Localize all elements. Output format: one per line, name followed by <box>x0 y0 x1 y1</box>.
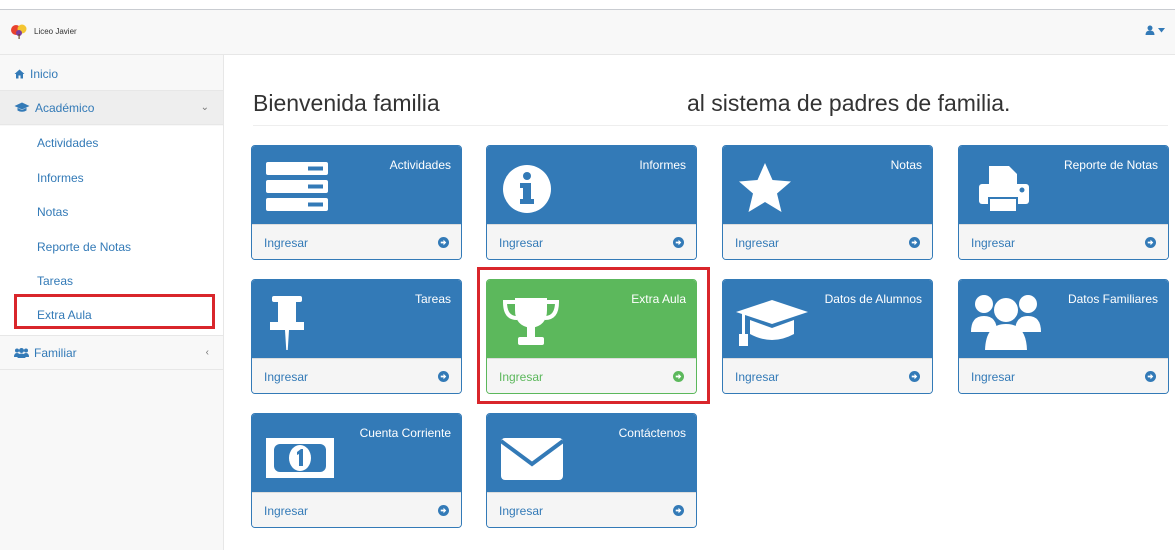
info-icon <box>503 165 551 213</box>
card-header: Notas <box>723 146 932 224</box>
brand-name: Liceo Javier <box>34 26 77 36</box>
card-reporte-de-notas[interactable]: Reporte de Notas Ingresar <box>958 145 1169 260</box>
card-footer[interactable]: Ingresar <box>723 224 932 259</box>
card-title: Informes <box>639 158 686 172</box>
card-header: Reporte de Notas <box>959 146 1168 224</box>
brand[interactable]: Liceo Javier <box>10 23 77 39</box>
card-header: Extra Aula <box>487 280 696 358</box>
card-title: Cuenta Corriente <box>359 426 451 440</box>
sidebar-item-familiar[interactable]: Familiar ‹ <box>0 336 223 370</box>
arrow-circle-right-icon <box>673 505 684 516</box>
card-title: Datos Familiares <box>1067 292 1158 306</box>
card-header: Datos Familiares <box>959 280 1168 358</box>
home-icon <box>14 69 25 78</box>
ingresar-link[interactable]: Ingresar <box>971 236 1015 250</box>
list-icon <box>266 162 328 211</box>
ingresar-link[interactable]: Ingresar <box>264 370 308 384</box>
sidebar-item-academico[interactable]: Académico ⌄ <box>0 91 223 125</box>
card-footer[interactable]: Ingresar <box>959 358 1168 393</box>
card-footer[interactable]: Ingresar <box>252 492 461 527</box>
card-footer[interactable]: Ingresar <box>487 224 696 259</box>
top-navbar: Liceo Javier <box>0 9 1175 55</box>
ingresar-link[interactable]: Ingresar <box>735 236 779 250</box>
sidebar-subitem-tareas[interactable]: Tareas <box>0 264 223 298</box>
card-header: Datos de Alumnos <box>723 280 932 358</box>
ingresar-link[interactable]: Ingresar <box>264 236 308 250</box>
card-footer[interactable]: Ingresar <box>959 224 1168 259</box>
card-header: Cuenta Corriente <box>252 414 461 492</box>
arrow-circle-right-icon <box>909 237 920 248</box>
chevron-left-icon: ‹ <box>205 347 209 358</box>
sidebar-subitem-actividades[interactable]: Actividades <box>0 126 223 160</box>
arrow-circle-right-icon <box>909 371 920 382</box>
card-datos-de-alumnos[interactable]: Datos de Alumnos Ingresar <box>722 279 933 394</box>
card-header: Actividades <box>252 146 461 224</box>
ingresar-link[interactable]: Ingresar <box>499 236 543 250</box>
caret-down-icon <box>1158 27 1165 32</box>
ingresar-link[interactable]: Ingresar <box>971 370 1015 384</box>
card-header: Tareas <box>252 280 461 358</box>
graduation-cap-icon <box>736 300 808 346</box>
arrow-circle-right-icon <box>438 237 449 248</box>
card-cuenta-corriente[interactable]: Cuenta Corriente Ingresar <box>251 413 462 528</box>
card-footer[interactable]: Ingresar <box>723 358 932 393</box>
card-datos-familiares[interactable]: Datos Familiares Ingresar <box>958 279 1169 394</box>
arrow-circle-right-icon <box>673 237 684 248</box>
sidebar-item-label: Familiar <box>34 345 77 360</box>
ingresar-link[interactable]: Ingresar <box>264 504 308 518</box>
graduation-cap-icon <box>14 102 30 112</box>
card-title: Datos de Alumnos <box>824 292 922 306</box>
ingresar-link[interactable]: Ingresar <box>735 370 779 384</box>
card-contactenos[interactable]: Contáctenos Ingresar <box>486 413 697 528</box>
trophy-icon <box>502 298 560 345</box>
user-menu[interactable] <box>1145 25 1165 35</box>
arrow-circle-right-icon <box>1145 371 1156 382</box>
card-title: Notas <box>890 158 922 172</box>
card-title: Tareas <box>414 292 451 306</box>
users-icon <box>971 295 1041 350</box>
school-logo-icon <box>11 24 27 39</box>
welcome-title: Bienvenida familia <box>253 90 440 116</box>
card-footer[interactable]: Ingresar <box>487 492 696 527</box>
sidebar-subitem-reporte-de-notas[interactable]: Reporte de Notas <box>0 230 223 264</box>
arrow-circle-right-icon <box>438 505 449 516</box>
arrow-circle-right-icon <box>1145 237 1156 248</box>
highlight-box-sidebar <box>14 294 215 329</box>
divider <box>253 125 1168 126</box>
arrow-circle-right-icon <box>438 371 449 382</box>
sidebar-item-label: Académico <box>35 100 95 115</box>
chevron-down-icon: ⌄ <box>200 102 209 113</box>
user-icon <box>1145 25 1155 35</box>
sidebar-item-label: Inicio <box>30 66 59 81</box>
card-title: Reporte de Notas <box>1063 158 1158 172</box>
star-icon <box>739 163 791 212</box>
card-actividades[interactable]: Actividades Ingresar <box>251 145 462 260</box>
users-icon <box>14 347 29 358</box>
arrow-circle-right-icon <box>673 371 684 382</box>
ingresar-link[interactable]: Ingresar <box>499 370 543 384</box>
welcome-subtitle: al sistema de padres de familia. <box>687 90 1011 116</box>
sidebar-item-inicio[interactable]: Inicio <box>0 57 223 91</box>
envelope-icon <box>499 438 565 480</box>
pushpin-icon <box>270 296 304 350</box>
card-title: Contáctenos <box>618 426 686 440</box>
money-icon <box>266 438 334 478</box>
card-notas[interactable]: Notas Ingresar <box>722 145 933 260</box>
card-footer[interactable]: Ingresar <box>487 358 696 393</box>
print-icon <box>979 166 1029 213</box>
sidebar-subitem-informes[interactable]: Informes <box>0 161 223 195</box>
card-extra-aula[interactable]: Extra Aula Ingresar <box>486 279 697 394</box>
card-title: Extra Aula <box>631 292 686 306</box>
ingresar-link[interactable]: Ingresar <box>499 504 543 518</box>
card-footer[interactable]: Ingresar <box>252 224 461 259</box>
card-header: Informes <box>487 146 696 224</box>
card-footer[interactable]: Ingresar <box>252 358 461 393</box>
card-tareas[interactable]: Tareas Ingresar <box>251 279 462 394</box>
card-title: Actividades <box>389 158 451 172</box>
card-informes[interactable]: Informes Ingresar <box>486 145 697 260</box>
sidebar-subitem-notas[interactable]: Notas <box>0 195 223 229</box>
card-header: Contáctenos <box>487 414 696 492</box>
